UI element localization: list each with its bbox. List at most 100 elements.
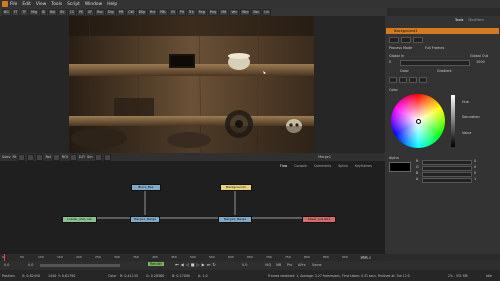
menu-help[interactable]: Help [107,2,117,7]
global-start-field[interactable]: 0.0 [4,263,9,267]
blue-value[interactable]: 0 [474,171,476,175]
tab-tools[interactable]: Tools [455,18,463,22]
tool-button-ft[interactable]: FT [11,8,20,16]
aprx-button[interactable]: APrx [298,263,306,267]
flow-node-merge1[interactable]: Merge1_Merge [130,216,160,223]
tool-button-rct[interactable]: Rct [147,8,158,16]
color-wheel[interactable] [391,94,445,148]
step-back-icon[interactable]: ◀ [181,262,184,267]
viewer-option-button[interactable] [103,153,111,161]
mode-button[interactable] [419,77,427,83]
render-start-field[interactable]: 0.0 [28,263,33,267]
viewer-option-button[interactable] [69,153,77,161]
flow-node-loader[interactable]: Loader_shot_1st [62,216,97,223]
inspector-icon-button[interactable] [389,37,399,43]
playhead[interactable] [4,254,5,261]
menu-edit[interactable]: Edit [22,2,31,7]
menu-view[interactable]: View [36,2,46,7]
global-range-slider[interactable] [400,60,470,66]
play-icon[interactable]: ▷ [197,262,200,267]
tab-modifiers[interactable]: Modifiers [468,18,483,22]
alpha-slider[interactable] [422,178,472,183]
tool-button-bg[interactable]: BG [2,8,11,16]
lut-button[interactable]: LUT [79,155,85,159]
value-slider[interactable] [451,95,455,147]
loop-icon[interactable]: ↻ [212,262,215,267]
global-in-value[interactable]: 0 [389,60,391,64]
viewer-option-button[interactable] [27,153,35,161]
roi-button[interactable]: RoI [45,155,50,159]
some-button[interactable]: Some [312,263,322,267]
current-frame-field[interactable]: 0.0 [242,263,247,267]
tool-button-wrp[interactable]: Wrp [240,8,251,16]
render-button[interactable]: Render [148,262,165,266]
menu-script[interactable]: Script [67,2,80,7]
tool-button-vec[interactable]: Vec [229,8,240,16]
flow-node-saver[interactable]: Saver_out_001 [302,216,336,223]
tool-button-lin[interactable]: Lin [262,8,272,16]
red-slider[interactable] [422,160,472,165]
go-to-end-icon[interactable]: ⏭ [207,262,211,267]
mode-button[interactable] [409,77,417,83]
tool-button-rng[interactable]: Rng [196,8,207,16]
roi-select[interactable]: ROI [62,155,68,159]
tool-button-pbl[interactable]: PBL [158,8,169,16]
step-forward-icon[interactable]: ▶ [202,262,205,267]
flow-node-merge2[interactable]: Merge2_Merge [218,216,252,223]
viewer-option-button[interactable] [36,153,44,161]
viewer-option-button[interactable] [18,153,26,161]
inspector-icon-button[interactable] [413,37,423,43]
mb-button[interactable]: MB [276,263,281,267]
tool-button-pm[interactable]: PM [116,8,126,16]
viewer-option-button[interactable] [94,153,102,161]
menu-tools[interactable]: Tools [51,2,62,7]
process-mode-select[interactable]: Full Frames [425,46,444,50]
menu-file[interactable]: File [10,2,17,7]
zoom-select[interactable]: Subv [2,155,10,159]
hiq-button[interactable]: HiQ [265,263,271,267]
smr-button[interactable]: Sm [87,155,92,159]
tool-button-xf[interactable]: XF [86,8,95,16]
mode-button[interactable] [389,77,397,83]
tool-button-cw[interactable]: CW [126,8,136,16]
alpha-value[interactable]: 1 [474,177,476,181]
play-reverse-icon[interactable]: ◁ [186,262,189,267]
prx-button[interactable]: Prx [287,263,292,267]
go-to-start-icon[interactable]: ⏮ [175,262,179,267]
tool-button-trk[interactable]: Trk [186,8,196,16]
tool-button-rsz[interactable]: Rsz [95,8,105,16]
blue-slider[interactable] [422,172,472,177]
color-swatch[interactable] [389,162,411,172]
fit-button[interactable]: Fit [12,155,16,159]
tool-button-cc[interactable]: CC [67,8,77,16]
tool-button-ell[interactable]: Ell [169,8,177,16]
gradient-tab[interactable]: Gradient [437,69,452,73]
green-slider[interactable] [422,166,472,171]
tool-button-mrg[interactable]: Mrg [29,8,40,16]
menu-window[interactable]: Window [85,2,102,7]
mode-button[interactable] [399,77,407,83]
inspector-icon-button[interactable] [401,37,411,43]
color-tab[interactable]: Color [400,69,409,73]
stop-icon[interactable]: ■ [191,262,195,267]
tool-button-shp[interactable]: Shp [105,8,116,16]
green-value[interactable]: 0 [474,165,476,169]
tool-button-blr[interactable]: Blr [58,8,67,16]
render-range-bar[interactable] [40,264,120,267]
tool-button-plt[interactable]: Plt [177,8,186,16]
red-value[interactable]: 0 [474,159,476,163]
color-picker-handle[interactable] [416,119,421,124]
flow-node-blur[interactable]: Blur1_Blur [131,184,161,191]
tool-button-tf[interactable]: TF [20,8,29,16]
tool-button-bsp[interactable]: BSp [136,8,147,16]
tool-button-pe[interactable]: PE [77,8,86,16]
tool-button-bol[interactable]: Bol [48,8,58,16]
flow-node-background[interactable]: Background1 [220,184,252,191]
tool-button-bsn[interactable]: Bsn [251,8,262,16]
tool-button-poly[interactable]: Poly [207,8,219,16]
viewer-option-button[interactable] [52,153,60,161]
tool-button-bl[interactable]: Bl [40,8,48,16]
inspector-tool-header[interactable]: Background1 [386,28,499,34]
global-out-value[interactable]: 1000 [476,60,485,64]
tool-button-mft[interactable]: Mft [219,8,229,16]
